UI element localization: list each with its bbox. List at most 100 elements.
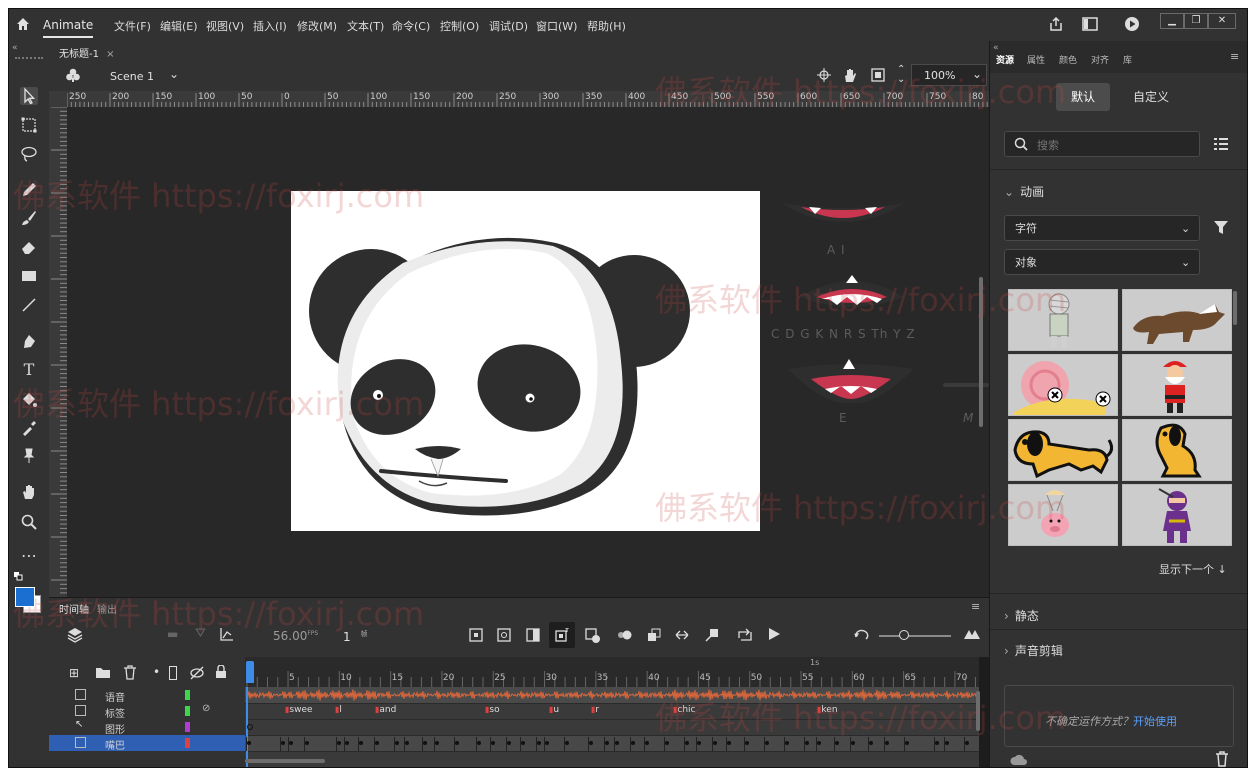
tab-properties[interactable]: 属性 xyxy=(1027,53,1045,66)
new-folder-icon[interactable] xyxy=(95,665,111,679)
layer-row[interactable]: ↖ 图形 xyxy=(49,719,245,736)
keyframe-dot[interactable] xyxy=(805,741,809,745)
frame-label[interactable]: ▮swee xyxy=(285,705,313,715)
keyframe-dot[interactable] xyxy=(869,741,873,745)
keyframe-dot[interactable] xyxy=(491,741,495,745)
frame-label[interactable]: ▮u xyxy=(549,705,559,715)
keyframe-dot[interactable] xyxy=(565,741,569,745)
menu-file[interactable]: 文件(F) xyxy=(114,18,151,34)
search-input[interactable] xyxy=(1035,135,1189,155)
timeline-menu-icon[interactable]: ≡ xyxy=(971,600,980,613)
workspace-icon[interactable] xyxy=(1082,17,1098,31)
grip-icon[interactable] xyxy=(15,57,43,65)
keyframe-dot[interactable] xyxy=(745,741,749,745)
layer-row[interactable]: 语音 xyxy=(49,687,245,704)
frame-label[interactable]: ▮and xyxy=(375,705,396,715)
scene-dropdown-icon[interactable]: ⌄ xyxy=(169,67,179,81)
menu-modify[interactable]: 修改(M) xyxy=(297,18,337,34)
panda-head-graphic[interactable] xyxy=(291,191,760,531)
layer-name[interactable]: 标签 xyxy=(105,705,125,720)
loop-icon[interactable] xyxy=(737,628,753,642)
mouth-shape-cdg[interactable] xyxy=(797,275,907,315)
timeline-zoom-slider[interactable] xyxy=(879,630,951,640)
toggle-custom[interactable]: 自定义 xyxy=(1124,83,1178,111)
panel-menu-icon[interactable]: ≡ xyxy=(1230,50,1239,63)
swap-colors-icon[interactable] xyxy=(13,571,23,581)
collapse-icon[interactable]: « xyxy=(12,43,18,53)
pen-tool-icon[interactable] xyxy=(20,333,38,351)
home-icon[interactable] xyxy=(15,16,31,32)
close-window-button[interactable]: ✕ xyxy=(1208,13,1236,29)
selection-tool-icon[interactable] xyxy=(20,87,38,105)
rotate-stage-icon[interactable] xyxy=(842,67,858,83)
tab-library[interactable]: 库 xyxy=(1123,53,1132,66)
object-dropdown[interactable]: 对象 ⌄ xyxy=(1004,249,1200,275)
section-static[interactable]: › 静态 xyxy=(1004,607,1039,624)
lock-layers-icon[interactable] xyxy=(215,665,227,679)
eraser-tool-icon[interactable] xyxy=(20,238,38,256)
keyframe-dot[interactable] xyxy=(645,741,649,745)
layer-color-swatch[interactable] xyxy=(185,722,190,732)
keyframe-dot[interactable] xyxy=(727,741,731,745)
keyframe-dot[interactable] xyxy=(935,741,939,745)
layer-color-swatch[interactable] xyxy=(185,690,190,700)
layer-row[interactable]: 嘴巴 xyxy=(49,735,245,752)
keyframe-dot[interactable] xyxy=(605,741,609,745)
paint-bucket-tool-icon[interactable] xyxy=(20,391,38,409)
mouth-shape-e[interactable] xyxy=(785,355,917,403)
frame-label[interactable]: ▮r xyxy=(591,705,599,715)
motion-tween-icon[interactable] xyxy=(617,628,633,642)
insert-blank-keyframe-icon[interactable] xyxy=(585,628,601,644)
menu-insert[interactable]: 插入(I) xyxy=(253,18,287,34)
keyframe-dot[interactable] xyxy=(665,741,669,745)
frame-row[interactable] xyxy=(245,719,979,736)
section-sound-clips[interactable]: › 声音剪辑 xyxy=(1004,642,1063,659)
section-animation[interactable]: ⌄ 动画 xyxy=(1004,183,1044,200)
fit-frames-icon[interactable] xyxy=(963,628,981,640)
onion-skin-icon[interactable] xyxy=(497,628,511,642)
cloud-icon[interactable] xyxy=(1010,753,1028,767)
timeline-vertical-scrollbar[interactable] xyxy=(976,691,980,731)
frames-grid[interactable]: ▮swee ▮l ▮and ▮so ▮u ▮r ▮chic ▮ken xyxy=(245,687,979,767)
brush-tool-icon[interactable] xyxy=(20,209,38,227)
asset-thumbnail-ninja[interactable] xyxy=(1122,484,1232,546)
layer-depth-icon[interactable]: ⛛ xyxy=(195,626,206,641)
pencil-tool-icon[interactable] xyxy=(20,181,38,199)
keyframe-dot[interactable] xyxy=(631,741,635,745)
keyframe-dot[interactable] xyxy=(281,741,285,745)
lasso-tool-icon[interactable] xyxy=(20,145,38,163)
keyframe-dot[interactable] xyxy=(851,741,855,745)
outline-layers-icon[interactable] xyxy=(169,666,177,680)
scene-name[interactable]: Scene 1 xyxy=(110,70,154,83)
filter-icon[interactable] xyxy=(1214,221,1228,235)
assets-scrollbar[interactable] xyxy=(1233,291,1237,325)
frame-label[interactable]: ▮ken xyxy=(817,705,838,715)
classic-tween-icon[interactable] xyxy=(675,628,689,642)
undo-icon[interactable] xyxy=(853,628,869,642)
layer-color-swatch[interactable] xyxy=(185,738,190,748)
menu-help[interactable]: 帮助(H) xyxy=(587,18,626,34)
center-stage-icon[interactable] xyxy=(817,68,831,82)
zoom-tool-icon[interactable] xyxy=(20,513,38,531)
frame-row[interactable] xyxy=(245,703,979,720)
menu-control[interactable]: 控制(O) xyxy=(440,18,479,34)
graph-icon[interactable] xyxy=(219,626,235,642)
scene-icon[interactable] xyxy=(65,67,81,83)
document-tab-close[interactable]: × xyxy=(106,49,114,60)
zoom-stepper-icon[interactable]: ⌃ ⌄ xyxy=(897,65,905,85)
keyframe-dot[interactable] xyxy=(507,741,511,745)
share-icon[interactable] xyxy=(1048,16,1064,32)
keyframe-dot[interactable] xyxy=(395,741,399,745)
hide-layers-icon[interactable] xyxy=(189,666,205,680)
character-dropdown[interactable]: 字符 ⌄ xyxy=(1004,215,1200,241)
tab-color[interactable]: 颜色 xyxy=(1059,53,1077,66)
hidden-eye-icon[interactable]: ⊘ xyxy=(202,703,210,714)
keyframe-dot[interactable] xyxy=(247,724,253,730)
keyframe-dot[interactable] xyxy=(945,741,949,745)
document-tab[interactable]: 无标题-1 × xyxy=(59,45,115,60)
panel-collapse-icon[interactable]: « xyxy=(993,43,999,53)
keyframe-dot[interactable] xyxy=(423,741,427,745)
minimize-button[interactable]: ▁ xyxy=(1160,13,1184,29)
keyframe-dot[interactable] xyxy=(589,741,593,745)
keyframe-dot[interactable] xyxy=(835,741,839,745)
